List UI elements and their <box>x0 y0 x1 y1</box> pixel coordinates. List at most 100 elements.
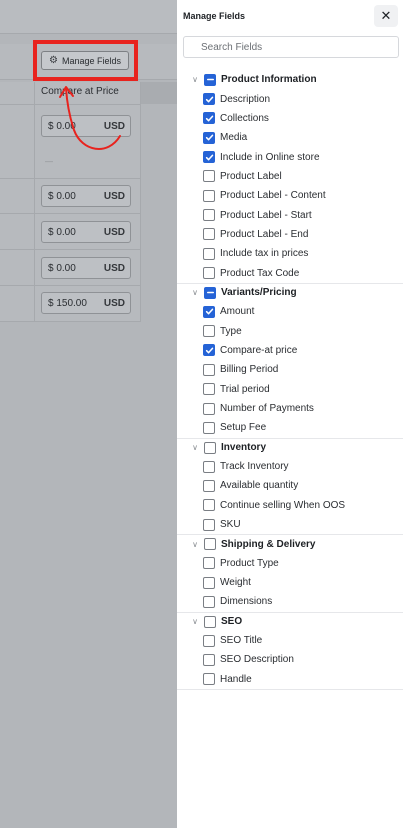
group-label: SEO <box>221 616 243 628</box>
field-label: Type <box>220 325 242 337</box>
field-checkbox[interactable] <box>203 151 215 164</box>
field-checkbox[interactable] <box>203 673 215 686</box>
price-currency: USD <box>103 226 125 238</box>
field-checkbox[interactable] <box>203 518 215 531</box>
group-label: Variants/Pricing <box>221 287 297 299</box>
field-group-header[interactable]: ∨ SEO <box>177 611 403 631</box>
price-amount: $ 0.00 <box>48 262 76 274</box>
group-checkbox[interactable] <box>204 73 216 86</box>
field-label: Dimensions <box>220 596 273 608</box>
field-checkbox[interactable] <box>203 383 215 396</box>
field-checkbox[interactable] <box>203 479 215 492</box>
field-item[interactable]: Product Label - End <box>177 225 403 244</box>
field-checkbox[interactable] <box>203 305 215 318</box>
field-label: SKU <box>220 519 241 531</box>
field-checkbox[interactable] <box>203 499 215 512</box>
field-item[interactable]: Product Label - Start <box>177 205 403 224</box>
field-item[interactable]: Include in Online store <box>177 147 403 166</box>
compare-price-field[interactable]: $ 0.00 USD <box>41 221 131 243</box>
field-checkbox[interactable] <box>203 170 215 183</box>
compare-price-field[interactable]: $ 0.00 USD <box>41 257 131 279</box>
field-checkbox[interactable] <box>203 131 215 144</box>
field-item[interactable]: Weight <box>177 573 403 592</box>
field-checkbox[interactable] <box>203 267 215 280</box>
field-checkbox[interactable] <box>203 209 215 222</box>
field-group-header[interactable]: ∨ Product Information <box>177 70 403 89</box>
price-currency: USD <box>103 262 125 274</box>
field-checkbox[interactable] <box>203 363 215 376</box>
field-checkbox[interactable] <box>203 344 215 357</box>
field-item[interactable]: Available quantity <box>177 476 403 495</box>
field-item[interactable]: Product Type <box>177 554 403 573</box>
field-item[interactable]: SEO Description <box>177 650 403 669</box>
field-label: Setup Fee <box>220 422 267 434</box>
field-label: Track Inventory <box>220 461 289 473</box>
field-checkbox[interactable] <box>203 460 215 473</box>
field-item[interactable]: Trial period <box>177 380 403 399</box>
field-item[interactable]: Number of Payments <box>177 399 403 418</box>
field-checkbox[interactable] <box>203 325 215 338</box>
field-label: Weight <box>220 577 251 589</box>
field-item[interactable]: Amount <box>177 302 403 321</box>
field-checkbox[interactable] <box>203 576 215 589</box>
field-label: Continue selling When OOS <box>220 499 346 511</box>
field-checkbox[interactable] <box>203 595 215 608</box>
field-label: Include in Online store <box>220 151 320 163</box>
chevron-down-icon[interactable]: ∨ <box>188 443 202 452</box>
field-checkbox[interactable] <box>203 189 215 202</box>
group-label: Inventory <box>221 442 267 454</box>
field-group-header[interactable]: ∨ Inventory <box>177 437 403 457</box>
manage-fields-panel: Manage Fields ✕ ∨ Product Information Desc… <box>177 0 403 828</box>
panel-title: Manage Fields <box>183 11 246 21</box>
field-checkbox[interactable] <box>203 402 215 415</box>
field-item[interactable]: SKU <box>177 515 403 534</box>
group-checkbox[interactable] <box>204 538 216 551</box>
field-item[interactable]: Media <box>177 128 403 147</box>
field-checkbox[interactable] <box>203 421 215 434</box>
table-row-divider <box>0 285 141 286</box>
field-group-header[interactable]: ∨ Variants/Pricing <box>177 282 403 302</box>
field-item[interactable]: Product Tax Code <box>177 263 403 282</box>
chevron-down-icon[interactable]: ∨ <box>188 75 202 84</box>
field-item[interactable]: Product Label <box>177 167 403 186</box>
field-item[interactable]: Collections <box>177 109 403 128</box>
search-fields-input[interactable] <box>183 36 399 58</box>
group-checkbox[interactable] <box>204 441 216 454</box>
field-label: Media <box>220 132 248 144</box>
group-checkbox[interactable] <box>204 286 216 299</box>
field-item[interactable]: Billing Period <box>177 360 403 379</box>
field-item[interactable]: Include tax in prices <box>177 244 403 263</box>
field-checkbox[interactable] <box>203 93 215 106</box>
chevron-down-icon[interactable]: ∨ <box>188 540 202 549</box>
field-checkbox[interactable] <box>203 653 215 666</box>
field-item[interactable]: Handle <box>177 670 403 689</box>
field-checkbox[interactable] <box>203 228 215 241</box>
field-label: Product Label <box>220 170 282 182</box>
field-item[interactable]: Continue selling When OOS <box>177 496 403 515</box>
red-curved-arrow-annotation <box>59 86 121 150</box>
group-checkbox[interactable] <box>204 615 216 628</box>
field-item[interactable]: Product Label - Content <box>177 186 403 205</box>
close-icon: ✕ <box>380 8 392 23</box>
compare-price-field[interactable]: $ 150.00 USD <box>41 292 131 314</box>
field-checkbox[interactable] <box>203 247 215 260</box>
group-label: Product Information <box>221 74 317 86</box>
field-item[interactable]: Setup Fee <box>177 418 403 437</box>
field-label: Number of Payments <box>220 403 314 415</box>
field-item[interactable]: Compare-at price <box>177 341 403 360</box>
field-item[interactable]: Dimensions <box>177 592 403 611</box>
field-checkbox[interactable] <box>203 112 215 125</box>
field-label: Handle <box>220 673 252 685</box>
field-item[interactable]: Description <box>177 89 403 108</box>
chevron-down-icon[interactable]: ∨ <box>188 617 202 626</box>
field-label: Product Label - Start <box>220 209 312 221</box>
chevron-down-icon[interactable]: ∨ <box>188 288 202 297</box>
field-item[interactable]: Type <box>177 321 403 340</box>
price-amount: $ 0.00 <box>48 226 76 238</box>
field-group-header[interactable]: ∨ Shipping & Delivery <box>177 534 403 553</box>
field-item[interactable]: Track Inventory <box>177 457 403 476</box>
field-item[interactable]: SEO Title <box>177 631 403 650</box>
close-button[interactable]: ✕ <box>374 5 398 27</box>
field-checkbox[interactable] <box>203 634 215 647</box>
field-checkbox[interactable] <box>203 557 215 570</box>
